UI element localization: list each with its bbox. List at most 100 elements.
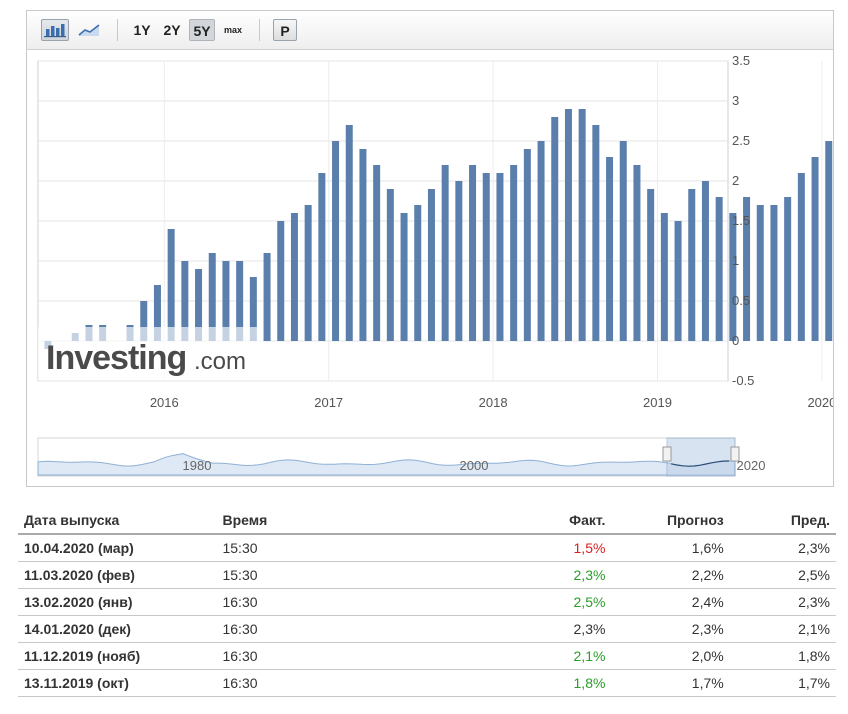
bar-2017-07[interactable] — [414, 205, 422, 341]
bar-2017-11[interactable] — [469, 165, 477, 341]
bar-2019-10[interactable] — [784, 197, 792, 341]
cell-actual: 2,3% — [489, 561, 612, 589]
cell-time: 16:30 — [216, 669, 490, 697]
cell-date: 13.02.2020 (янв) — [18, 588, 217, 616]
cell-time: 16:30 — [216, 615, 490, 643]
bar-2018-02[interactable] — [510, 165, 518, 341]
bar-2017-02[interactable] — [345, 125, 353, 341]
y-tick-label: 1 — [732, 253, 739, 268]
table-header-row: Дата выпуска Время Факт. Прогноз Пред. — [18, 507, 836, 535]
bar-2019-03[interactable] — [688, 189, 696, 341]
bar-2016-01[interactable] — [167, 229, 175, 341]
x-tick-label: 2018 — [479, 395, 508, 410]
bar-2019-05[interactable] — [715, 197, 723, 341]
bar-2017-05[interactable] — [386, 189, 394, 341]
cell-actual: 2,1% — [489, 642, 612, 670]
chart-svg: Investing .com 3.5 3 2.5 2 1.5 1 0.5 0 -0.5 2016… — [37, 53, 833, 477]
bar-2017-06[interactable] — [400, 213, 408, 341]
cell-date: 14.01.2020 (дек) — [18, 615, 217, 643]
bar-2019-04[interactable] — [701, 181, 709, 341]
bar-2017-09[interactable] — [441, 165, 449, 341]
bar-2016-10[interactable] — [290, 213, 298, 341]
y-tick-label: -0.5 — [732, 373, 754, 388]
cell-previous: 1,8% — [729, 642, 836, 670]
bar-2018-08[interactable] — [592, 125, 600, 341]
bar-2018-04[interactable] — [537, 141, 545, 341]
chart-widget: 1Y 2Y 5Y max P Investing .com 3.5 3 2.5 2 1.… — [26, 10, 834, 487]
bar-2016-11[interactable] — [304, 205, 312, 341]
x-tick-label: 2016 — [150, 395, 179, 410]
bar-2016-12[interactable] — [318, 173, 326, 341]
cell-actual: 1,5% — [489, 534, 612, 562]
cell-time: 15:30 — [216, 534, 490, 562]
bar-2018-09[interactable] — [606, 157, 614, 341]
y-tick-label: 1.5 — [732, 213, 750, 228]
navigator-left-handle[interactable] — [662, 446, 672, 462]
bar-2019-06[interactable] — [729, 213, 737, 341]
range-navigator[interactable]: 1980 2000 2020 — [37, 437, 765, 477]
navigator-label: 2000 — [460, 458, 489, 473]
cell-forecast: 2,0% — [611, 642, 730, 670]
bar-2019-12[interactable] — [811, 157, 819, 341]
logo-suffix-text: .com — [194, 348, 246, 375]
y-tick-label: 2 — [732, 173, 739, 188]
bar-2019-09[interactable] — [770, 205, 778, 341]
table-row: 10.04.2020 (мар) 15:30 1,5% 1,6% 2,3% — [18, 534, 836, 562]
table-row: 13.11.2019 (окт) 16:30 1,8% 1,7% 1,7% — [18, 669, 836, 697]
header-forecast[interactable]: Прогноз — [611, 507, 730, 535]
cell-time: 16:30 — [216, 588, 490, 616]
bar-2019-08[interactable] — [756, 205, 764, 341]
cell-actual: 1,8% — [489, 669, 612, 697]
header-previous[interactable]: Пред. — [729, 507, 836, 535]
bar-2017-08[interactable] — [427, 189, 435, 341]
cell-time: 15:30 — [216, 561, 490, 589]
cell-actual: 2,5% — [489, 588, 612, 616]
cell-time: 16:30 — [216, 642, 490, 670]
logo-brand-text: Investing — [46, 339, 186, 377]
y-tick-label: 2.5 — [732, 133, 750, 148]
header-time[interactable]: Время — [216, 507, 490, 535]
y-tick-label: 0 — [732, 333, 739, 348]
header-actual[interactable]: Факт. — [489, 507, 612, 535]
cell-previous: 2,3% — [729, 534, 836, 562]
bar-2020-01[interactable] — [825, 141, 833, 341]
bar-2016-08[interactable] — [263, 253, 271, 341]
bar-2016-09[interactable] — [277, 221, 285, 341]
table-row: 11.03.2020 (фев) 15:30 2,3% 2,2% 2,5% — [18, 561, 836, 589]
bar-2018-05[interactable] — [551, 117, 559, 341]
cell-previous: 2,1% — [729, 615, 836, 643]
navigator-selection[interactable] — [666, 437, 736, 477]
bar-2018-11[interactable] — [633, 165, 641, 341]
navigator-label: 1980 — [183, 458, 212, 473]
x-tick-label: 2017 — [314, 395, 343, 410]
bar-2019-02[interactable] — [674, 221, 682, 341]
bar-2018-03[interactable] — [523, 149, 531, 341]
bar-2017-03[interactable] — [359, 149, 367, 341]
cell-forecast: 1,6% — [611, 534, 730, 562]
cell-date: 11.03.2020 (фев) — [18, 561, 217, 589]
y-tick-label: 0.5 — [732, 293, 750, 308]
cell-forecast: 2,3% — [611, 615, 730, 643]
y-tick-label: 3.5 — [732, 53, 750, 68]
cell-actual: 2,3% — [489, 615, 612, 643]
x-axis-labels: 2016 2017 2018 2019 2020 — [150, 395, 833, 410]
bar-2018-06[interactable] — [564, 109, 572, 341]
cell-previous: 2,5% — [729, 561, 836, 589]
table-row: 11.12.2019 (нояб) 16:30 2,1% 2,0% 1,8% — [18, 642, 836, 670]
bar-2017-10[interactable] — [455, 181, 463, 341]
bar-2017-12[interactable] — [482, 173, 490, 341]
header-date[interactable]: Дата выпуска — [18, 507, 217, 535]
bar-2017-04[interactable] — [373, 165, 381, 341]
bar-2018-07[interactable] — [578, 109, 586, 341]
bar-2019-11[interactable] — [797, 173, 805, 341]
bar-2018-12[interactable] — [647, 189, 655, 341]
y-tick-label: 3 — [732, 93, 739, 108]
bar-2019-01[interactable] — [660, 213, 668, 341]
bar-2017-01[interactable] — [332, 141, 340, 341]
releases-table: Дата выпуска Время Факт. Прогноз Пред. 1… — [18, 507, 836, 697]
bar-2018-01[interactable] — [496, 173, 504, 341]
cell-date: 13.11.2019 (окт) — [18, 669, 217, 697]
cell-date: 10.04.2020 (мар) — [18, 534, 217, 562]
cell-date: 11.12.2019 (нояб) — [18, 642, 217, 670]
bar-2018-10[interactable] — [619, 141, 627, 341]
